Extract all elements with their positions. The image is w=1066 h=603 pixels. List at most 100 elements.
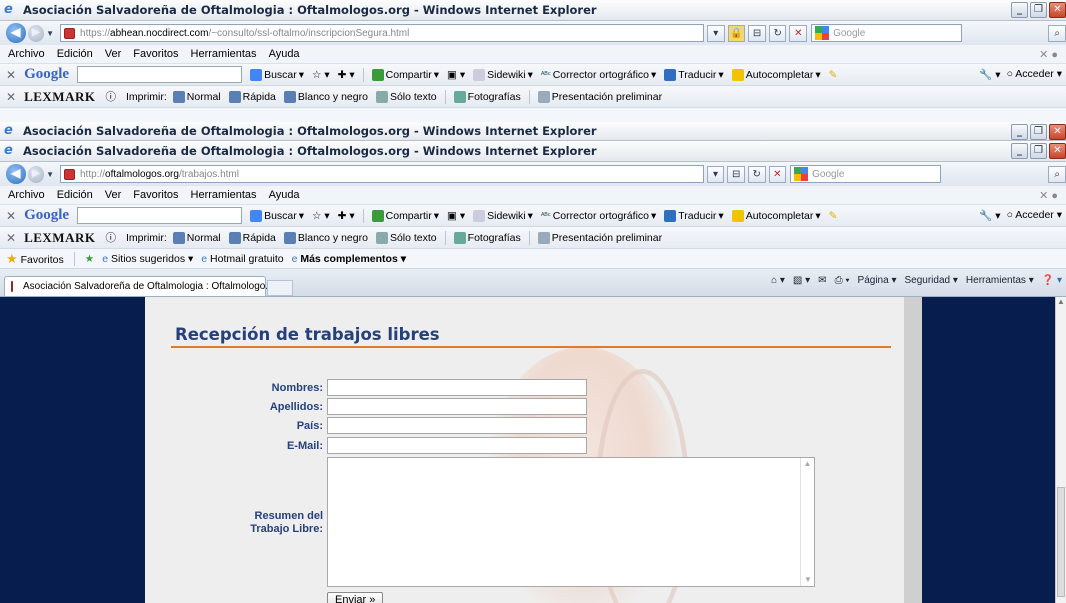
print-normal-button[interactable]: Normal xyxy=(171,231,223,244)
lexmark-help-icon[interactable]: ⓘ xyxy=(105,230,116,245)
herramientas-menu[interactable]: Herramientas ▾ xyxy=(966,275,1034,286)
compatibility-icon[interactable]: ⊟ xyxy=(748,24,766,42)
menu-archivo[interactable]: Archivo xyxy=(8,48,45,60)
print-normal-button[interactable]: Normal xyxy=(171,90,223,103)
scroll-up-icon[interactable]: ▲ xyxy=(1056,297,1066,307)
print-photo-button[interactable]: Fotografías xyxy=(452,231,523,244)
menu-edicion[interactable]: Edición xyxy=(57,48,93,60)
hotmail-link[interactable]: e Hotmail gratuito xyxy=(201,253,283,265)
menu-ver[interactable]: Ver xyxy=(105,48,122,60)
apellidos-field[interactable] xyxy=(327,398,587,415)
window3-title-bar[interactable]: e Asociación Salvadoreña de Oftalmologia… xyxy=(0,141,1066,162)
history-dropdown-icon[interactable]: ▼ xyxy=(46,170,54,179)
window-title-bar[interactable]: e Asociación Salvadoreña de Oftalmologia… xyxy=(0,0,1066,21)
print-rapida-button[interactable]: Rápida xyxy=(227,231,278,244)
complementos-link[interactable]: e Más complementos ▾ xyxy=(292,253,406,265)
resumen-textarea[interactable]: ▲ ▼ xyxy=(327,457,815,587)
bookmarks-icon[interactable]: ☆ ▾ xyxy=(310,210,332,222)
back-button[interactable]: ◀ xyxy=(6,23,26,43)
menu-edicion[interactable]: Edición xyxy=(57,189,93,201)
forward-button[interactable]: ▶ xyxy=(27,165,45,183)
menu-ver[interactable]: Ver xyxy=(105,189,122,201)
sidewiki-button[interactable]: Sidewiki ▾ xyxy=(471,209,535,222)
help-icon[interactable]: ❓ ▾ xyxy=(1042,275,1062,286)
search-input[interactable]: Google xyxy=(790,165,942,183)
maximize-icon[interactable]: ❐ xyxy=(1030,143,1047,159)
compartir-button[interactable]: Compartir ▾ xyxy=(370,209,441,222)
compartir-button[interactable]: Compartir ▾ xyxy=(370,68,441,81)
sidewiki-button[interactable]: Sidewiki ▾ xyxy=(471,68,535,81)
search-input[interactable]: Google xyxy=(811,24,963,42)
search-icon[interactable]: ⌕ xyxy=(1048,165,1066,183)
refresh-button[interactable]: ↻ xyxy=(768,24,787,42)
enviar-button[interactable]: Enviar » xyxy=(327,592,384,603)
print-icon[interactable]: ⎙ ▾ xyxy=(835,275,850,286)
window2-title-bar[interactable]: e Asociación Salvadoreña de Oftalmologia… xyxy=(0,122,1066,141)
address-dropdown-button[interactable]: ▾ xyxy=(707,24,725,42)
home-icon[interactable]: ⌂ ▾ xyxy=(771,275,785,286)
menu-favoritos[interactable]: Favoritos xyxy=(133,48,178,60)
menu-ayuda[interactable]: Ayuda xyxy=(269,48,300,60)
address-input[interactable]: http://oftalmologos.org/trabajos.html xyxy=(60,165,704,183)
traducir-button[interactable]: Traducir ▾ xyxy=(662,68,725,81)
address-input[interactable]: https://abhean.nocdirect.com/~consulto/s… xyxy=(60,24,705,42)
acceder-button[interactable]: ○ Acceder ▾ xyxy=(1007,209,1062,222)
menu-ayuda[interactable]: Ayuda xyxy=(269,189,300,201)
menu-close-icon[interactable]: ✕ ● xyxy=(1039,48,1058,61)
print-photo-button[interactable]: Fotografías xyxy=(452,90,523,103)
wrench-icon[interactable]: 🔧 ▾ xyxy=(979,68,1000,81)
mail-icon[interactable]: ✉ xyxy=(818,275,826,286)
plus-icon[interactable]: ✚ ▾ xyxy=(336,210,357,222)
pagina-menu[interactable]: Página ▾ xyxy=(858,275,897,286)
pencil-icon[interactable]: ✎ xyxy=(827,210,840,222)
add-favorite-icon[interactable]: ★ xyxy=(85,253,94,265)
buscar-button[interactable]: Buscar ▾ xyxy=(248,209,306,222)
favoritos-button[interactable]: ★ Favoritos xyxy=(6,251,64,267)
google-search-input[interactable] xyxy=(77,66,243,83)
menu-herramientas[interactable]: Herramientas xyxy=(191,189,257,201)
maximize-icon[interactable]: ❐ xyxy=(1030,124,1047,140)
corrector-button[interactable]: ᴬᴮᶜ Corrector ortográfico ▾ xyxy=(539,69,658,81)
minimize-icon[interactable]: _ xyxy=(1011,143,1028,159)
feeds-icon[interactable]: ▧ ▾ xyxy=(793,275,810,286)
sitios-sugeridos-link[interactable]: e Sitios sugeridos ▾ xyxy=(102,253,193,265)
minimize-icon[interactable]: _ xyxy=(1011,2,1028,18)
compatibility-icon[interactable]: ⊟ xyxy=(727,165,745,183)
autocompletar-button[interactable]: Autocompletar ▾ xyxy=(730,68,823,81)
refresh-button[interactable]: ↻ xyxy=(747,165,766,183)
buscar-button[interactable]: Buscar ▾ xyxy=(248,68,306,81)
close-icon[interactable]: ✕ xyxy=(1049,124,1066,140)
history-dropdown-icon[interactable]: ▼ xyxy=(46,29,54,38)
maximize-icon[interactable]: ❐ xyxy=(1030,2,1047,18)
pais-field[interactable] xyxy=(327,417,587,434)
lexmark-close-icon[interactable]: ✕ xyxy=(6,90,16,104)
google-search-input[interactable] xyxy=(77,207,243,224)
stop-button[interactable]: ✕ xyxy=(768,165,787,183)
print-bw-button[interactable]: Blanco y negro xyxy=(282,90,370,103)
close-icon[interactable]: ✕ xyxy=(1049,2,1066,18)
seguridad-menu[interactable]: Seguridad ▾ xyxy=(905,275,958,286)
translate-mini-icon[interactable]: ▣ ▾ xyxy=(445,69,467,81)
menu-herramientas[interactable]: Herramientas xyxy=(191,48,257,60)
print-text-button[interactable]: Sólo texto xyxy=(374,90,439,103)
address-dropdown-button[interactable]: ▾ xyxy=(706,165,725,183)
plus-icon[interactable]: ✚ ▾ xyxy=(336,69,357,81)
print-rapida-button[interactable]: Rápida xyxy=(227,90,278,103)
lexmark-close-icon[interactable]: ✕ xyxy=(6,231,16,245)
menu-favoritos[interactable]: Favoritos xyxy=(133,189,178,201)
menu-archivo[interactable]: Archivo xyxy=(8,189,45,201)
search-icon[interactable]: ⌕ xyxy=(1048,24,1066,42)
print-preview-button[interactable]: Presentación preliminar xyxy=(536,231,664,244)
tab-active[interactable]: Asociación Salvadoreña de Oftalmologia :… xyxy=(4,276,274,296)
pencil-icon[interactable]: ✎ xyxy=(827,69,840,81)
close-icon[interactable]: ✕ xyxy=(1049,143,1066,159)
bookmarks-icon[interactable]: ☆ ▾ xyxy=(310,69,332,81)
corrector-button[interactable]: ᴬᴮᶜ Corrector ortográfico ▾ xyxy=(539,210,658,222)
toolbar-close-icon[interactable]: ✕ xyxy=(6,209,16,223)
wrench-icon[interactable]: 🔧 ▾ xyxy=(979,209,1000,222)
traducir-button[interactable]: Traducir ▾ xyxy=(662,209,725,222)
lexmark-help-icon[interactable]: ⓘ xyxy=(105,89,116,104)
autocompletar-button[interactable]: Autocompletar ▾ xyxy=(730,209,823,222)
email-field[interactable] xyxy=(327,437,587,454)
minimize-icon[interactable]: _ xyxy=(1011,124,1028,140)
